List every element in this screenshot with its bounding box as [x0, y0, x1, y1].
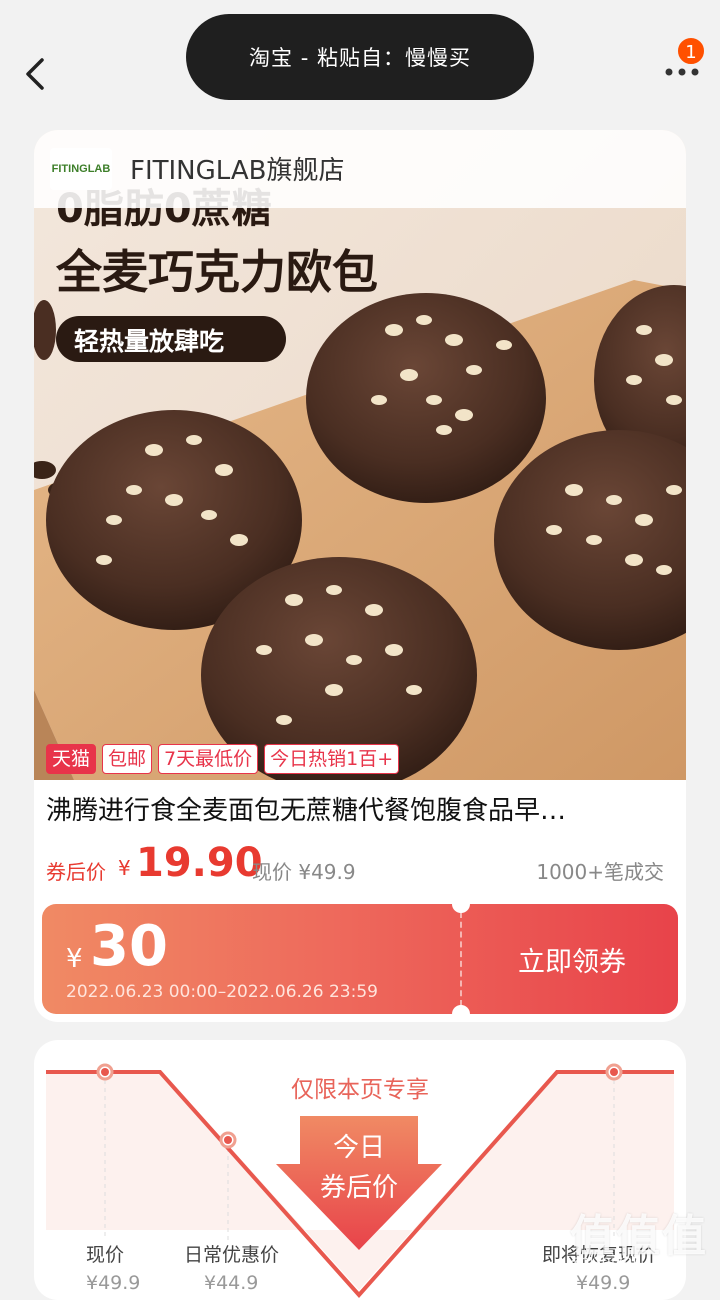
point-value-current: ¥49.9: [86, 1272, 141, 1294]
coupon-divider: [460, 912, 462, 1006]
product-image[interactable]: 0脂肪0蔗糖 全麦巧克力欧包 轻热量放肆吃: [34, 130, 686, 780]
store-header[interactable]: FITINGLAB FITINGLAB旗舰店: [34, 130, 686, 208]
point-label-daily: 日常优惠价: [184, 1244, 280, 1266]
paste-source-notice: 淘宝 - 粘贴自：慢慢买: [186, 14, 534, 100]
banner-headline: 全麦巧克力欧包: [55, 245, 378, 299]
product-title[interactable]: 沸腾进行食全麦面包无蔗糖代餐饱腹食品早…: [46, 790, 674, 827]
coupon-validity: 2022.06.23 00:00–2022.06.26 23:59: [66, 982, 378, 1002]
bread-photo: 0脂肪0蔗糖 全麦巧克力欧包 轻热量放肆吃: [34, 130, 686, 780]
notification-badge: 1: [676, 36, 706, 66]
sold-count: 1000+笔成交: [536, 860, 664, 884]
coupon-amount: 30: [90, 914, 168, 979]
tag-tmall: 天猫: [46, 744, 97, 774]
claim-coupon-button[interactable]: 立即领券: [482, 934, 662, 984]
chevron-left-icon: [26, 58, 44, 90]
coupon-banner[interactable]: ¥ 30 2022.06.23 00:00–2022.06.26 23:59 立…: [42, 904, 678, 1014]
paste-source-text: 淘宝 - 粘贴自：慢慢买: [249, 46, 471, 70]
back-button[interactable]: [18, 52, 54, 96]
price-value: 19.90: [136, 840, 263, 886]
price-label: 券后价: [46, 860, 106, 884]
today-label-line1: 今日: [332, 1133, 385, 1163]
watermark-url: zhizhizhi: [572, 1252, 637, 1270]
store-logo-text: FITINGLAB: [51, 163, 111, 175]
store-logo: FITINGLAB: [50, 148, 112, 190]
tag-free-shipping: 包邮: [102, 744, 153, 774]
price-currency: ¥: [118, 856, 131, 880]
price-row: 券后价 ¥ 19.90 现价 ¥49.9 1000+笔成交: [46, 840, 674, 890]
today-price-label: 今日 券后价: [274, 1128, 444, 1208]
point-label-current: 现价: [86, 1244, 125, 1266]
store-name[interactable]: FITINGLAB旗舰店: [130, 150, 344, 187]
coupon-notch-bottom: [452, 1005, 470, 1014]
banner-tagline: 轻热量放肆吃: [74, 327, 224, 356]
product-tags: 天猫 包邮 7天最低价 今日热销1百+: [46, 744, 400, 774]
tag-lowest-price: 7天最低价: [158, 744, 259, 774]
today-label-line2: 券后价: [319, 1173, 398, 1203]
point-value-daily: ¥44.9: [204, 1272, 259, 1294]
product-card[interactable]: 0脂肪0蔗糖 全麦巧克力欧包 轻热量放肆吃 FITINGLAB FITINGLA…: [34, 130, 686, 1022]
coupon-currency: ¥: [66, 944, 83, 974]
coupon-notch-top: [452, 904, 470, 913]
tag-hot-sales: 今日热销1百+: [264, 744, 400, 774]
point-value-restore: ¥49.9: [576, 1272, 631, 1294]
original-price: 现价 ¥49.9: [252, 860, 356, 884]
exclusive-label: 仅限本页专享: [291, 1077, 429, 1103]
